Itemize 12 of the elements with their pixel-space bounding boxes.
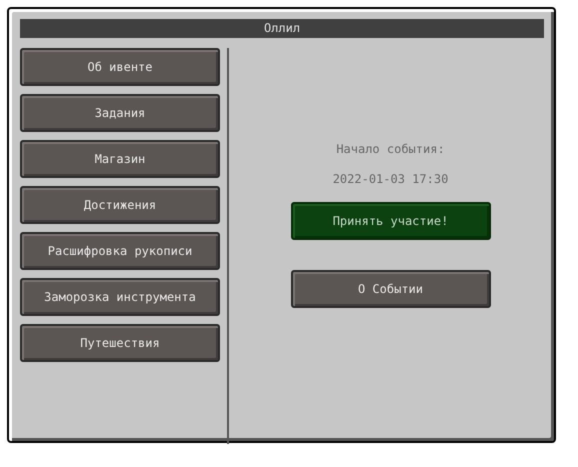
menu-button[interactable]: Задания — [20, 94, 220, 132]
menu-button[interactable]: Заморозка инструмента — [20, 278, 220, 316]
menu-button[interactable]: Магазин — [20, 140, 220, 178]
about-event-button[interactable]: О Событии — [290, 270, 490, 308]
start-time: 2022-01-03 17:30 — [332, 171, 448, 188]
menu-button[interactable]: Об ивенте — [20, 48, 220, 86]
menu-button[interactable]: Достижения — [20, 186, 220, 224]
menu-button[interactable]: Путешествия — [20, 324, 220, 362]
window-title: Оллил — [20, 19, 544, 38]
menu-button[interactable]: Расшифровка рукописи — [20, 232, 220, 270]
start-label: Начало события: — [336, 141, 445, 158]
join-button[interactable]: Принять участие! — [290, 202, 490, 240]
